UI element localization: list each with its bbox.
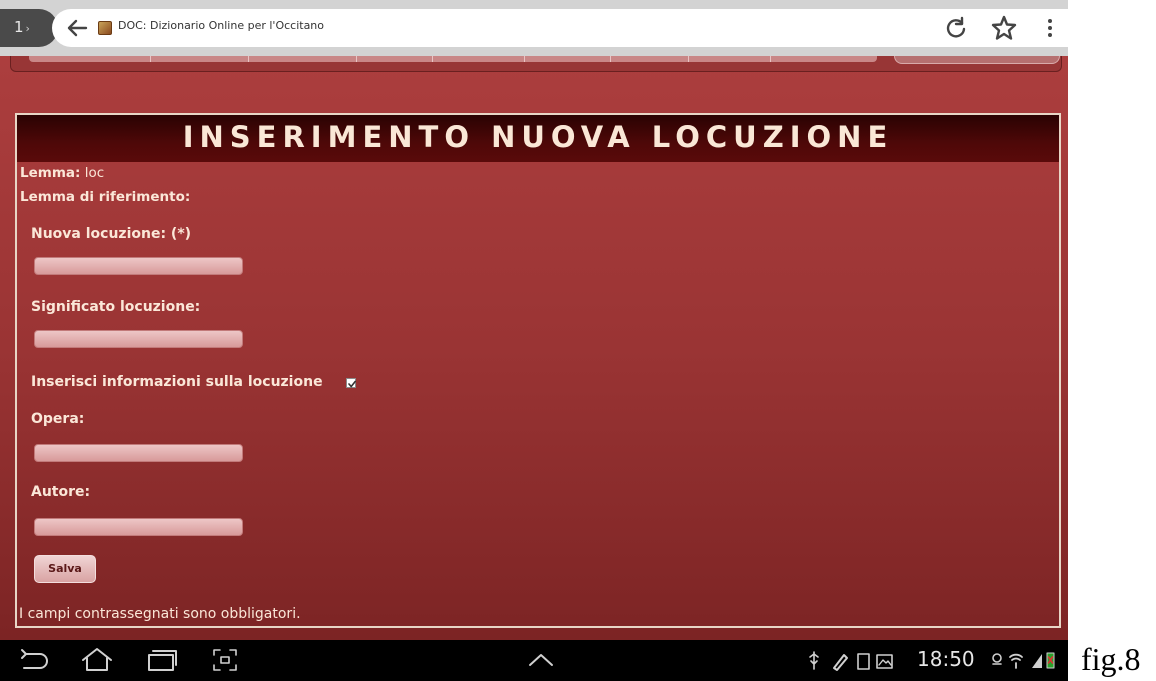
author-label: Autore: — [31, 484, 91, 500]
system-navigation-bar: 18:50 — [0, 640, 1068, 681]
top-navigation — [10, 56, 1062, 72]
locution-form: INSERIMENTO NUOVA LOCUZIONE Lemma: loc L… — [15, 113, 1061, 628]
meaning-label: Significato locuzione: — [31, 299, 201, 315]
lemma-label: Lemma: — [20, 165, 81, 181]
meaning-input[interactable] — [34, 330, 243, 348]
info-checkbox[interactable] — [346, 378, 356, 388]
screenshot-icon[interactable] — [212, 648, 238, 672]
tab-switcher-button[interactable]: 1 › — [0, 9, 58, 47]
web-page: INSERIMENTO NUOVA LOCUZIONE Lemma: loc L… — [0, 56, 1068, 640]
overflow-menu-icon[interactable] — [1042, 16, 1058, 40]
save-button[interactable]: Salva — [34, 555, 96, 583]
browser-toolbar: 1 › DOC: Dizionario Online per l'Occitano — [0, 0, 1068, 56]
chevron-up-icon[interactable] — [527, 652, 555, 668]
recent-apps-icon[interactable] — [146, 648, 178, 672]
search-box[interactable] — [894, 56, 1060, 64]
url-text[interactable]: DOC: Dizionario Online per l'Occitano — [118, 19, 324, 32]
tab-chevron-icon: › — [25, 22, 30, 35]
required-fields-note: I campi contrassegnati sono obbligatori. — [19, 606, 301, 622]
lemma-line: Lemma: loc — [20, 165, 104, 181]
checkmark-icon — [348, 380, 356, 388]
tab-count: 1 — [14, 18, 24, 36]
lemma-value: loc — [84, 165, 105, 181]
status-clock: 18:50 — [917, 647, 975, 671]
bookmark-star-icon[interactable] — [990, 14, 1018, 42]
lemma-ref-label: Lemma di riferimento: — [20, 189, 191, 205]
reload-icon[interactable] — [942, 14, 970, 42]
author-input[interactable] — [34, 518, 243, 536]
address-bar[interactable]: DOC: Dizionario Online per l'Occitano — [52, 9, 1068, 47]
new-locution-label: Nuova locuzione: (*) — [31, 226, 192, 242]
work-label: Opera: — [31, 411, 85, 427]
home-icon[interactable] — [80, 647, 114, 673]
status-icons — [809, 651, 893, 671]
connectivity-icons — [992, 652, 1055, 669]
work-input[interactable] — [34, 444, 243, 462]
menu-bar[interactable] — [29, 56, 877, 62]
figure-caption: fig.8 — [1081, 641, 1141, 677]
info-checkbox-label: Inserisci informazioni sulla locuzione — [31, 374, 323, 390]
new-locution-input[interactable] — [34, 257, 243, 275]
site-favicon — [98, 21, 112, 35]
back-icon[interactable] — [18, 648, 52, 672]
back-arrow-icon[interactable] — [62, 13, 92, 43]
form-header: INSERIMENTO NUOVA LOCUZIONE — [17, 115, 1059, 162]
page-title: INSERIMENTO NUOVA LOCUZIONE — [182, 120, 894, 154]
